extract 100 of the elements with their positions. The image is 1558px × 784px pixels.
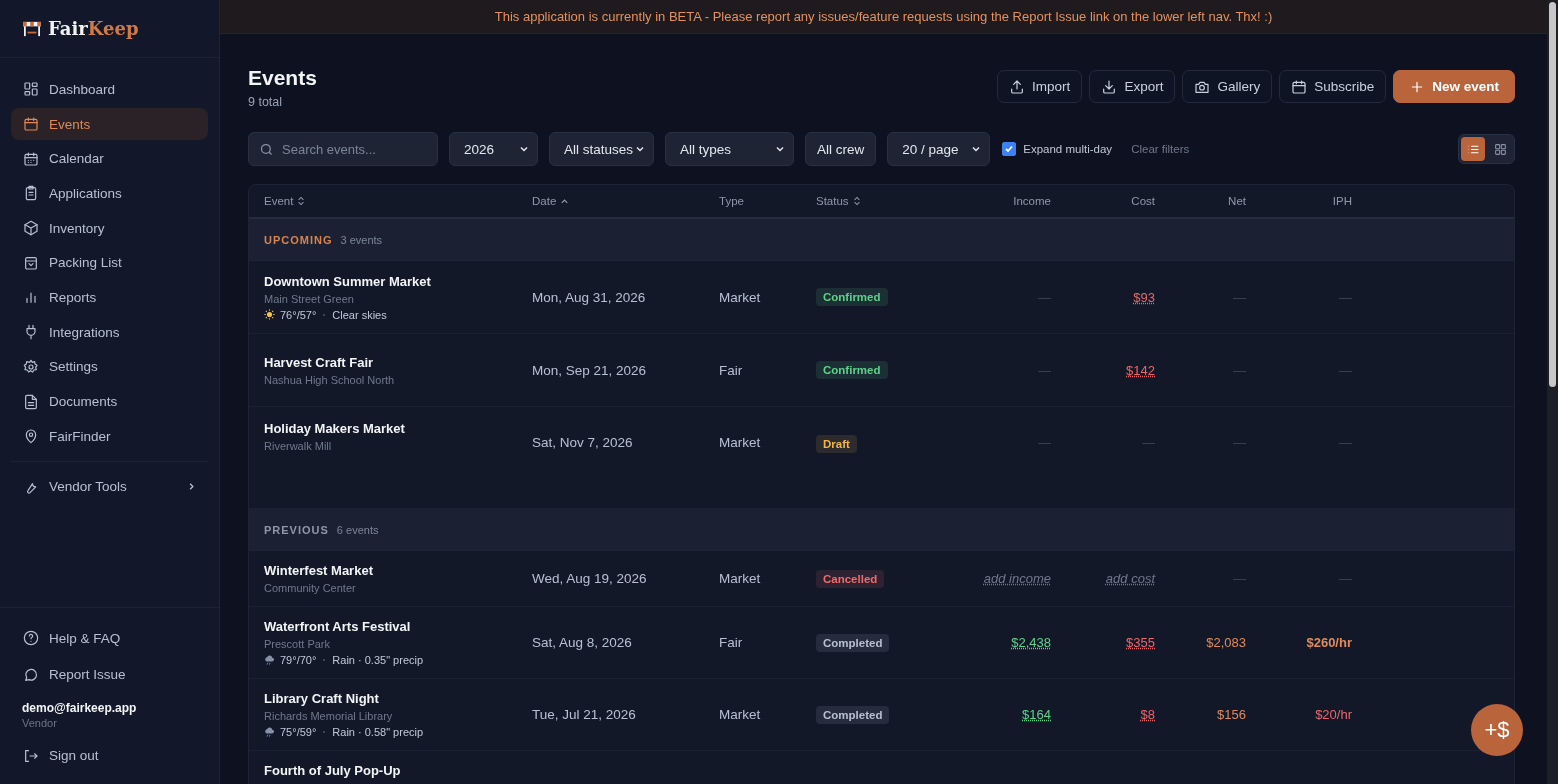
nav-item[interactable]: Events	[11, 107, 208, 141]
amount-cell: —	[1339, 289, 1352, 305]
amount-cell: $2,438	[1011, 635, 1051, 650]
status-badge: Completed	[816, 705, 890, 724]
event-name[interactable]: Downtown Summer Market	[264, 273, 532, 289]
event-name[interactable]: Library Craft Night	[264, 691, 532, 706]
nav-item[interactable]: Calendar	[11, 142, 208, 176]
amount-cell: —	[1233, 289, 1246, 305]
checkbox[interactable]	[1002, 142, 1017, 156]
amount-cell: $156	[1217, 707, 1246, 722]
amount-cell: —	[1339, 435, 1352, 450]
user-email: demo@fairkeep.app	[22, 701, 138, 716]
search-field[interactable]: Search events...	[248, 132, 438, 166]
chevron-down-icon	[519, 144, 529, 154]
sun-icon	[264, 309, 275, 320]
chat-icon	[23, 666, 39, 683]
help-icon	[23, 630, 39, 647]
toolbar-button[interactable]: Gallery	[1182, 70, 1273, 103]
chevron-down-icon	[635, 144, 645, 154]
new-event-button[interactable]: New event	[1393, 70, 1515, 103]
calendar-icon	[23, 116, 39, 133]
temperature-text: 75°/59°	[280, 726, 317, 738]
nav-item[interactable]: Dashboard	[11, 73, 208, 106]
nav-item[interactable]: Settings	[11, 350, 208, 384]
amount-cell: $355	[1126, 635, 1155, 650]
filter-dropdown[interactable]: 2026	[449, 132, 538, 166]
status-badge: Draft	[816, 435, 857, 453]
toolbar-button[interactable]: Import	[997, 70, 1083, 103]
filter-dropdown[interactable]: All types	[665, 132, 794, 166]
event-name[interactable]: Fourth of July Pop-Up	[264, 763, 532, 778]
nav-item[interactable]: Reports	[11, 281, 208, 314]
amount-cell: —	[1038, 362, 1051, 378]
box-icon	[23, 220, 39, 237]
clear-filters-link[interactable]: Clear filters	[1131, 143, 1190, 155]
event-name[interactable]: Waterfront Arts Festival	[264, 619, 532, 634]
checkbox-label: Expand multi-day	[1023, 143, 1113, 155]
date-cell-text: Mon, Aug 31, 2026	[532, 289, 647, 305]
settings-icon	[23, 358, 39, 375]
location-pin-icon	[23, 428, 39, 445]
group-count: 3 events	[340, 233, 383, 246]
status-badge: Completed	[816, 633, 890, 652]
nav-item[interactable]: Help & FAQ	[11, 621, 208, 655]
date-cell-text: Sat, Nov 7, 2026	[532, 435, 634, 450]
amount-cell: —	[1339, 571, 1352, 586]
beta-banner: This application is currently in BETA - Please report any issues/feature requests using the Report Issue link on the lower left nav. Thx! :)	[220, 0, 1547, 34]
amount-cell: —	[1233, 362, 1246, 378]
toolbar-button[interactable]: Export	[1089, 70, 1176, 103]
sign-out-icon	[23, 747, 39, 764]
nav-item[interactable]: Integrations	[11, 315, 208, 349]
event-name[interactable]: Winterfest Market	[264, 563, 532, 578]
filter-dropdown[interactable]: All statuses	[549, 132, 654, 166]
page-title: Events	[248, 66, 317, 90]
nav-item[interactable]: Inventory	[11, 211, 208, 245]
column-header: Type	[719, 195, 745, 207]
rain-cloud-icon	[264, 654, 275, 666]
nav-item[interactable]: Packing List	[11, 246, 208, 280]
type-cell-text: Fair	[719, 635, 744, 650]
clipboard-icon	[23, 185, 39, 202]
date-cell-text: Sat, Aug 8, 2026	[532, 635, 633, 650]
venue-text: Nashua High School North	[264, 373, 396, 386]
event-name[interactable]: Holiday Makers Market	[264, 421, 532, 436]
download-icon	[1101, 78, 1118, 95]
rain-cloud-icon	[264, 726, 275, 738]
status-badge: Confirmed	[816, 361, 888, 379]
amount-cell: $164	[1022, 707, 1051, 722]
amount-cell: $93	[1133, 289, 1155, 305]
amount-cell: —	[1233, 571, 1246, 586]
event-name[interactable]: Harvest Craft Fair	[264, 354, 532, 370]
document-icon	[23, 393, 39, 410]
column-header: IPH	[1331, 195, 1352, 207]
chevron-right-icon	[187, 482, 196, 492]
list-view-button[interactable]	[1461, 137, 1485, 161]
sign-out-link[interactable]: Sign out	[11, 739, 208, 772]
toolbar-button[interactable]: Subscribe	[1279, 70, 1387, 103]
column-header[interactable]: Status	[816, 195, 946, 207]
nav-item[interactable]: Report Issue	[11, 658, 208, 692]
column-header[interactable]: Event	[264, 195, 532, 207]
weather-text: Rain · 0.58" precip	[332, 726, 424, 738]
date-cell-text: Tue, Jul 21, 2026	[532, 707, 637, 722]
column-header: Income	[1012, 195, 1051, 207]
scrollbar[interactable]	[1547, 0, 1558, 784]
filter-dropdown[interactable]: 20 / page	[887, 132, 991, 166]
nav-item[interactable]: Vendor Tools	[11, 471, 208, 502]
filter-button[interactable]: All crew	[805, 132, 877, 166]
column-header[interactable]: Date	[532, 195, 719, 207]
temperature-text: 76°/57°	[280, 308, 317, 321]
weather-text: Clear skies	[332, 308, 387, 321]
amount-cell: $260/hr	[1306, 635, 1352, 650]
nav-item[interactable]: Applications	[11, 177, 208, 210]
add-value-link[interactable]: add cost	[1105, 571, 1155, 586]
plug-icon	[23, 324, 39, 341]
nav-item[interactable]: FairFinder	[11, 419, 208, 453]
type-cell-text: Fair	[719, 362, 744, 378]
add-value-link[interactable]: add income	[983, 571, 1051, 586]
user-role: Vendor	[22, 717, 58, 730]
amount-cell: —	[1038, 435, 1051, 450]
upload-icon	[1009, 78, 1026, 95]
amount-cell: —	[1339, 362, 1352, 378]
venue-text: Prescott Park	[264, 638, 332, 650]
nav-item[interactable]: Documents	[11, 385, 208, 418]
